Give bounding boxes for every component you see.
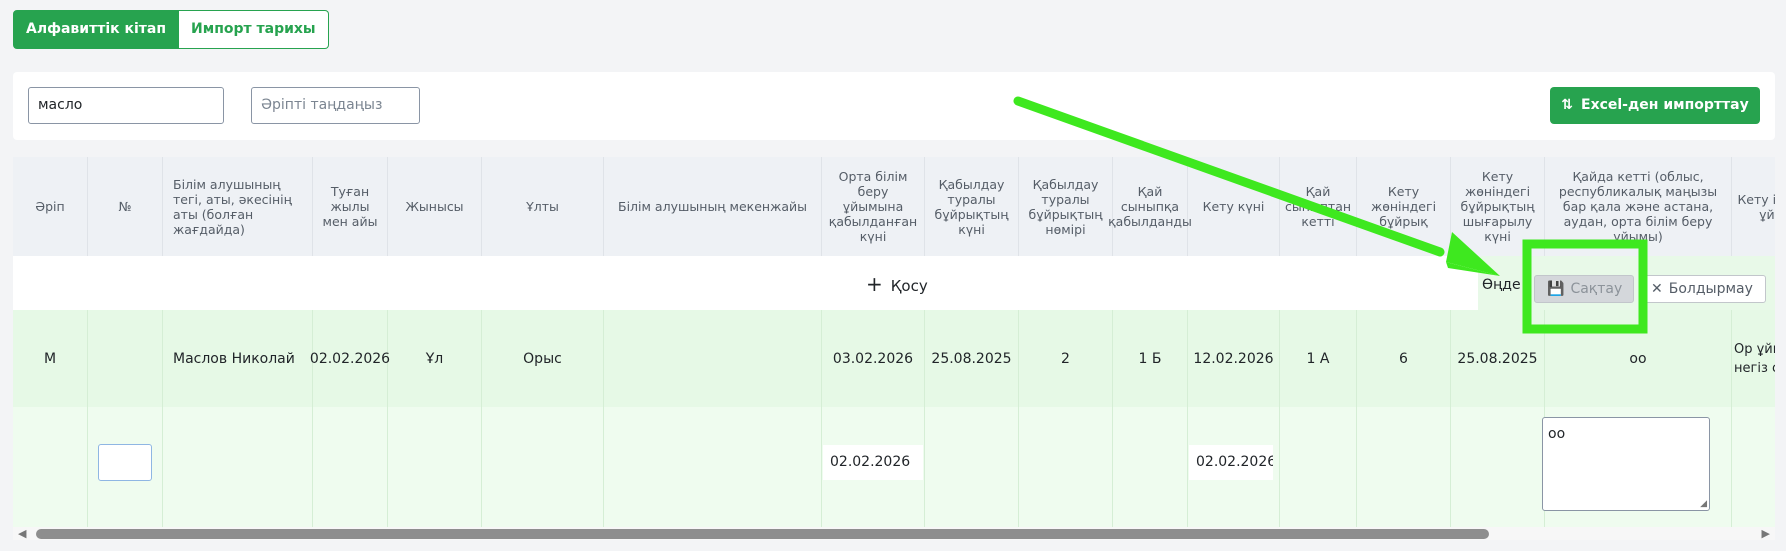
annotation-highlight-box: [1522, 239, 1648, 334]
annotation-overlay: [1013, 96, 1648, 334]
annotation-arrow-line: [1013, 96, 1445, 257]
